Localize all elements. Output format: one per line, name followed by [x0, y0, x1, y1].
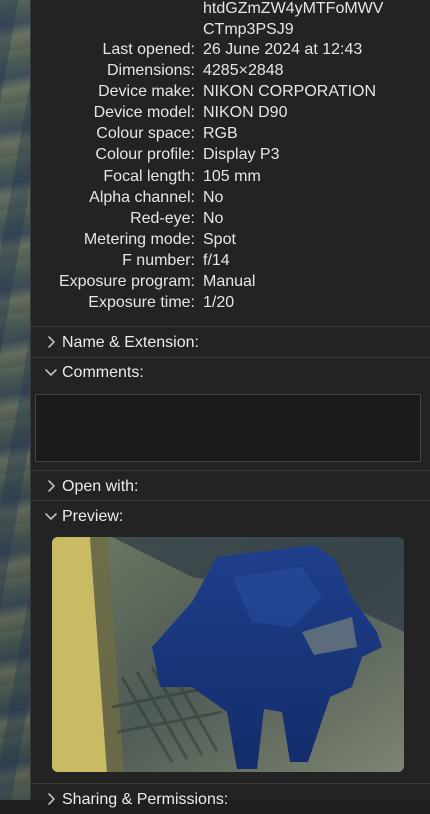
meta-key: Metering mode: — [83, 231, 195, 248]
meta-key: Last opened: — [102, 41, 195, 58]
section-divider — [30, 357, 430, 358]
section-divider — [30, 500, 430, 501]
meta-row-exposure-time: Exposure time: 1/20 — [0, 292, 400, 313]
chevron-down-icon[interactable] — [44, 509, 58, 523]
section-divider — [30, 470, 430, 471]
meta-value: Spot — [203, 231, 236, 248]
meta-value: No — [203, 210, 224, 227]
meta-row-last-opened: Last opened: 26 June 2024 at 12:43 — [0, 39, 400, 60]
meta-key: Red-eye: — [130, 210, 195, 227]
meta-row-colour-space: Colour space: RGB — [0, 123, 400, 144]
meta-key: Exposure program: — [58, 273, 195, 290]
meta-key: Device make: — [98, 83, 195, 100]
meta-key: Device model: — [93, 104, 195, 121]
filename-continuation-1: htdGZmZW4yMTFoMWV — [203, 0, 384, 17]
section-divider — [30, 326, 430, 327]
meta-row-red-eye: Red-eye: No — [0, 208, 400, 229]
meta-value: 4285×2848 — [203, 62, 284, 79]
section-comments[interactable]: Comments: — [30, 359, 430, 387]
meta-row-device-model: Device model: NIKON D90 — [0, 102, 400, 123]
meta-key: Alpha channel: — [89, 189, 195, 206]
preview-image[interactable] — [52, 537, 404, 772]
meta-value: 26 June 2024 at 12:43 — [203, 41, 363, 58]
chevron-right-icon[interactable] — [44, 335, 58, 349]
chevron-right-icon[interactable] — [44, 792, 58, 806]
meta-key: F number: — [122, 252, 195, 269]
chevron-down-icon[interactable] — [44, 365, 58, 379]
section-name-extension[interactable]: Name & Extension: — [30, 329, 430, 357]
meta-row-device-make: Device make: NIKON CORPORATION — [0, 81, 400, 102]
filename-continuation-2: CTmp3PSJ9 — [203, 21, 294, 38]
meta-value: Manual — [203, 273, 256, 290]
section-label: Preview: — [62, 508, 124, 525]
meta-row-f-number: F number: f/14 — [0, 250, 400, 271]
section-label: Open with: — [62, 478, 139, 495]
preview-photo — [52, 537, 404, 772]
meta-row-alpha-channel: Alpha channel: No — [0, 187, 400, 208]
meta-row-metering-mode: Metering mode: Spot — [0, 229, 400, 250]
meta-row-dimensions: Dimensions: 4285×2848 — [0, 60, 400, 81]
meta-value: Display P3 — [203, 146, 280, 163]
meta-value: f/14 — [203, 252, 230, 269]
meta-key: Colour space: — [96, 125, 195, 142]
meta-value: NIKON D90 — [203, 104, 288, 121]
section-sharing-permissions[interactable]: Sharing & Permissions: — [30, 786, 430, 814]
meta-key: Exposure time: — [88, 294, 195, 311]
meta-key: Colour profile: — [95, 146, 195, 163]
section-label: Name & Extension: — [62, 334, 199, 351]
section-label: Comments: — [62, 364, 144, 381]
meta-key: Focal length: — [103, 168, 195, 185]
chevron-right-icon[interactable] — [44, 479, 58, 493]
meta-value: No — [203, 189, 224, 206]
section-divider — [30, 783, 430, 784]
meta-row-exposure-program: Exposure program: Manual — [0, 271, 400, 292]
comments-field[interactable] — [35, 394, 421, 462]
section-open-with[interactable]: Open with: — [30, 473, 430, 501]
meta-value: NIKON CORPORATION — [203, 83, 377, 100]
section-preview[interactable]: Preview: — [30, 503, 430, 531]
meta-key: Dimensions: — [106, 62, 195, 79]
meta-row-colour-profile: Colour profile: Display P3 — [0, 144, 400, 165]
meta-value: 105 mm — [203, 168, 261, 185]
meta-value: RGB — [203, 125, 238, 142]
meta-row-focal-length: Focal length: 105 mm — [0, 166, 400, 187]
meta-value: 1/20 — [203, 294, 235, 311]
